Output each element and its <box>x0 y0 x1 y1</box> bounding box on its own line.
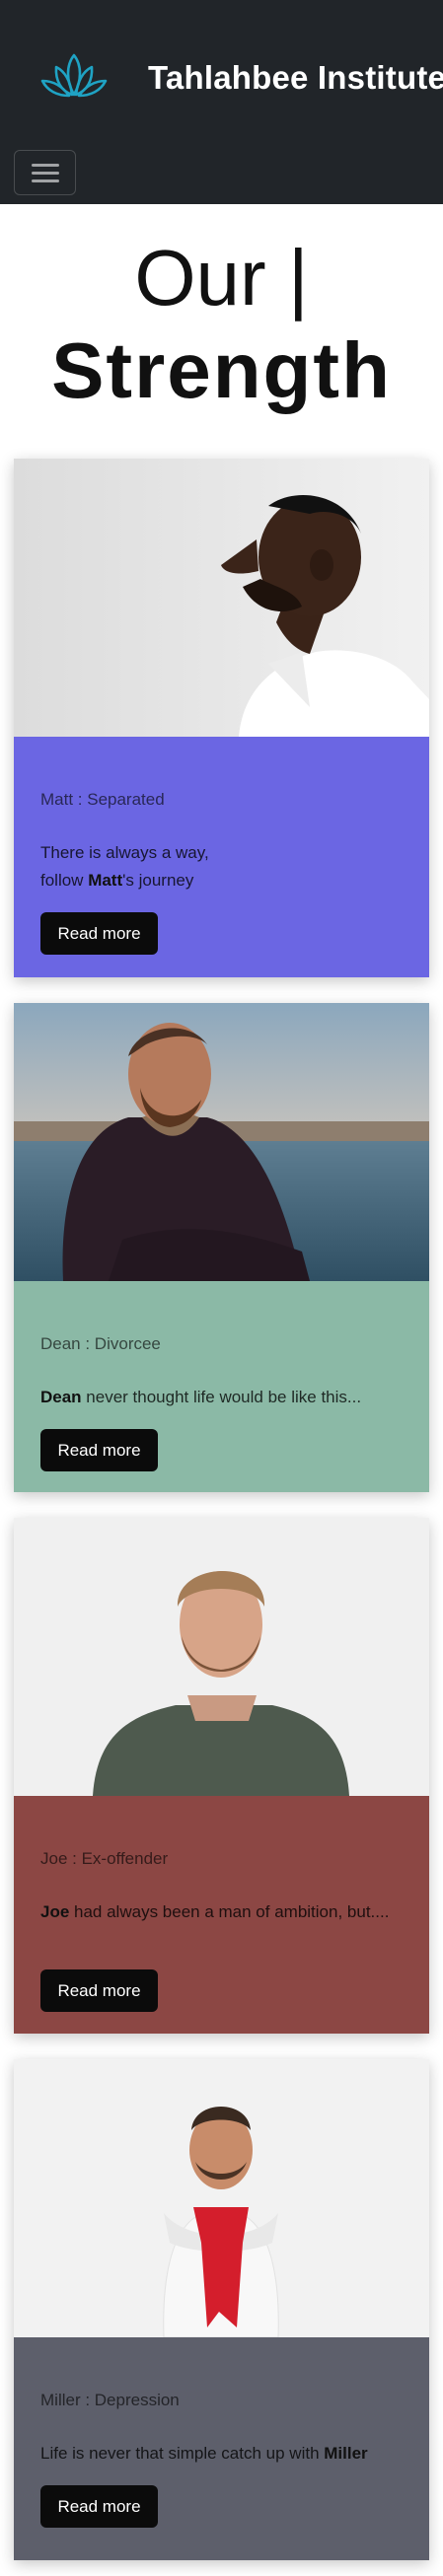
story-photo-miller <box>14 2059 429 2337</box>
story-description: Joe had always been a man of ambition, b… <box>40 1902 390 1921</box>
brand-name[interactable]: Tahlahbee Institute <box>148 59 443 97</box>
story-card-matt: Matt : Separated There is always a way, … <box>14 459 429 977</box>
heading-line-2: Strength <box>51 326 392 414</box>
story-name: Matt <box>88 871 123 890</box>
lotus-icon[interactable] <box>39 51 109 101</box>
read-more-button[interactable]: Read more <box>40 912 158 955</box>
story-photo-dean <box>14 1003 429 1281</box>
read-more-button[interactable]: Read more <box>40 2485 158 2528</box>
page-heading: Our | Strength <box>0 229 443 420</box>
read-more-button[interactable]: Read more <box>40 1429 158 1471</box>
menu-toggle-button[interactable] <box>14 150 76 195</box>
hamburger-menu-icon <box>32 172 59 175</box>
story-subtitle: Miller : Depression <box>40 2391 180 2409</box>
story-card-joe: Joe : Ex-offender Joe had always been a … <box>14 1518 429 2034</box>
story-card-miller: Miller : Depression Life is never that s… <box>14 2059 429 2560</box>
story-body-dean: Dean : Divorcee Dean never thought life … <box>14 1281 429 1492</box>
story-description: Life is never that simple catch up with … <box>40 2444 368 2463</box>
navbar: Tahlahbee Institute <box>0 0 443 204</box>
hamburger-menu-icon <box>32 179 59 182</box>
story-description: Dean never thought life would be like th… <box>40 1388 362 1406</box>
story-subtitle: Joe : Ex-offender <box>40 1849 169 1868</box>
story-name: Joe <box>40 1902 70 1921</box>
story-name: Dean <box>40 1388 82 1406</box>
hamburger-menu-icon <box>32 164 59 167</box>
story-body-matt: Matt : Separated There is always a way, … <box>14 737 429 977</box>
read-more-button[interactable]: Read more <box>40 1969 158 2012</box>
story-name: Miller <box>324 2444 368 2463</box>
story-photo-joe <box>14 1518 429 1796</box>
story-description: There is always a way, follow Matt's jou… <box>40 843 209 890</box>
heading-line-1: Our | <box>134 234 309 322</box>
story-body-joe: Joe : Ex-offender Joe had always been a … <box>14 1796 429 2034</box>
story-card-dean: Dean : Divorcee Dean never thought life … <box>14 1003 429 1492</box>
story-subtitle: Matt : Separated <box>40 790 165 809</box>
story-photo-matt <box>14 459 429 737</box>
story-body-miller: Miller : Depression Life is never that s… <box>14 2337 429 2560</box>
story-subtitle: Dean : Divorcee <box>40 1334 161 1353</box>
